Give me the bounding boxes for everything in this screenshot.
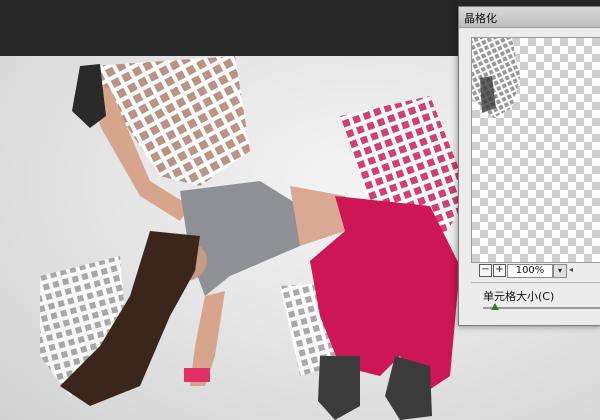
divider xyxy=(471,282,600,283)
crystallize-dialog[interactable]: 晶格化 − + 100% ▾ ◂ 单元格大小(C) xyxy=(458,6,600,326)
zoom-in-button[interactable]: + xyxy=(493,264,506,277)
filter-preview[interactable] xyxy=(471,37,600,263)
zoom-level-field[interactable]: 100% xyxy=(507,264,553,278)
cell-size-label: 单元格大小(C) xyxy=(483,290,555,303)
chevron-down-icon[interactable]: ▾ xyxy=(553,264,567,278)
preview-image xyxy=(472,38,520,118)
scroll-left-icon[interactable]: ◂ xyxy=(569,264,573,276)
zoom-out-button[interactable]: − xyxy=(479,264,492,277)
cell-size-slider-track[interactable] xyxy=(483,307,600,309)
cell-size-slider-thumb[interactable] xyxy=(491,303,499,310)
dialog-title: 晶格化 xyxy=(464,12,497,25)
dialog-titlebar[interactable]: 晶格化 xyxy=(459,7,600,28)
zoom-controls: − + 100% ▾ ◂ xyxy=(479,264,600,278)
